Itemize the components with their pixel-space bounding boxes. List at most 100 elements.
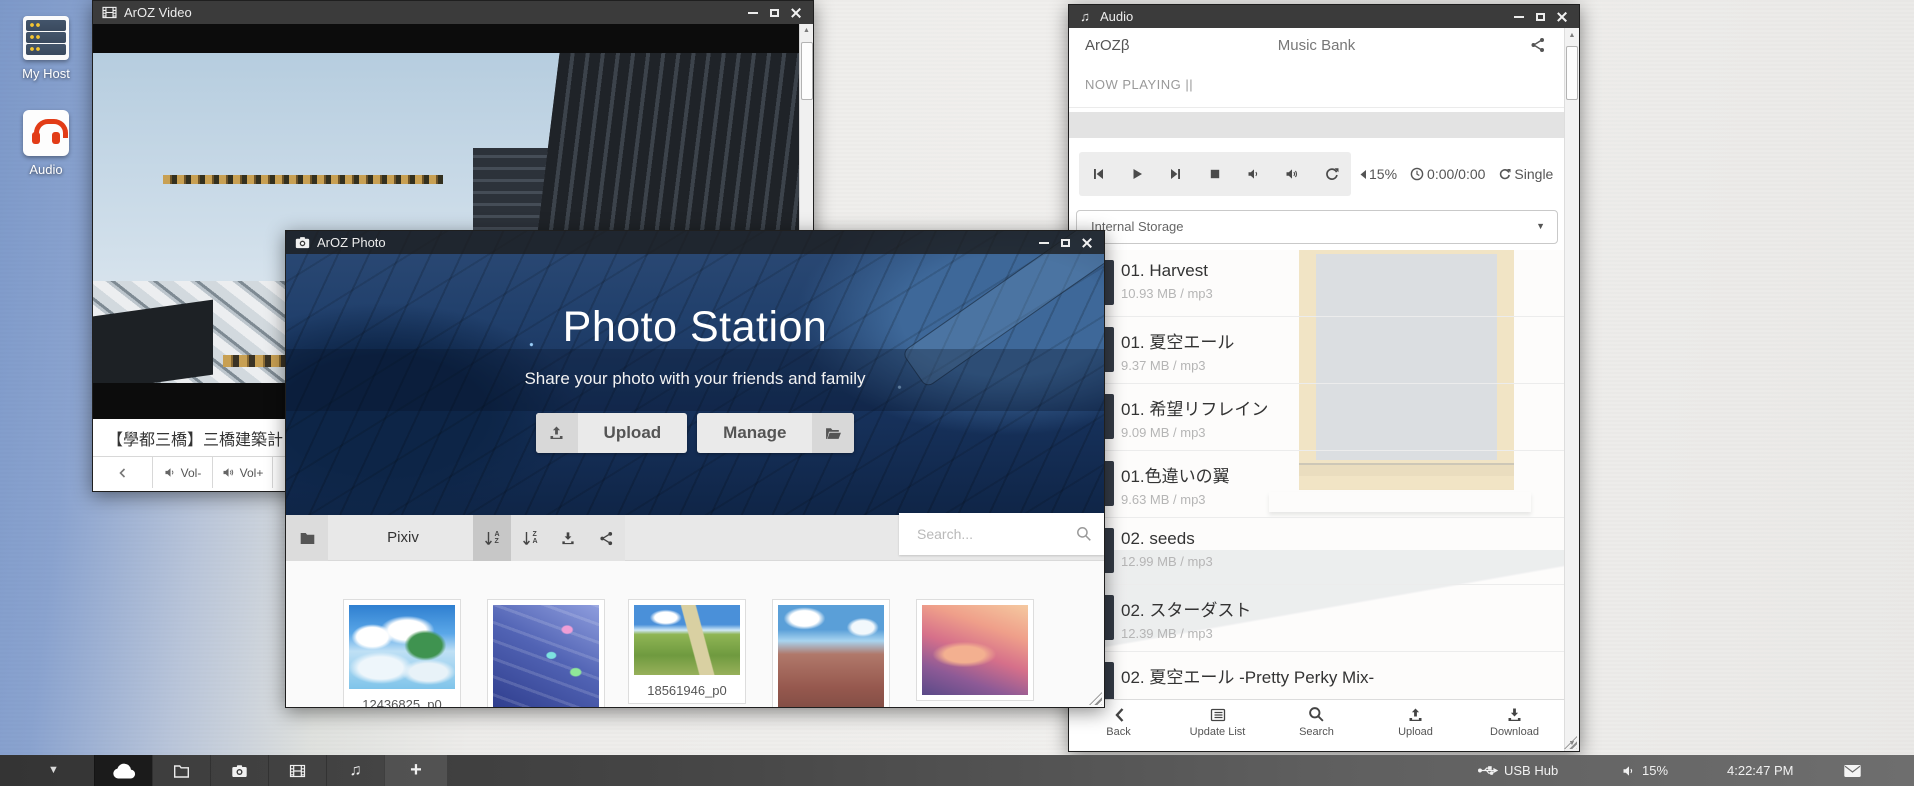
- track-row[interactable]: 02. seeds 12.99 MB / mp3: [1069, 518, 1564, 585]
- volume-up-icon[interactable]: [1273, 152, 1312, 196]
- storage-selector[interactable]: Internal Storage ▼: [1076, 210, 1558, 244]
- sort-az-button[interactable]: AZ: [473, 515, 511, 561]
- photo-window-titlebar[interactable]: ArOZ Photo: [286, 231, 1104, 254]
- photo-window: Photo Station Share your photo with your…: [285, 230, 1105, 708]
- audio-window-titlebar[interactable]: ♫ Audio: [1069, 5, 1579, 28]
- track-row[interactable]: 01. 希望リフレイン 9.09 MB / mp3: [1069, 384, 1564, 451]
- track-row[interactable]: 02. スターダスト 12.39 MB / mp3: [1069, 585, 1564, 652]
- track-list: 01. Harvest 10.93 MB / mp3 01. 夏空エール 9.3…: [1069, 250, 1564, 699]
- next-track-button[interactable]: [1157, 152, 1196, 196]
- folder-icon: [299, 531, 316, 545]
- previous-track-button[interactable]: [1079, 152, 1118, 196]
- photo-filename: 18561946_p0: [634, 683, 740, 698]
- repeat-button[interactable]: [1312, 152, 1351, 196]
- hero-title: Photo Station: [286, 303, 1104, 352]
- sort-za-button[interactable]: ZA: [511, 515, 549, 561]
- share-album-button[interactable]: [587, 515, 625, 561]
- now-playing-bar: NOW PLAYING ||: [1069, 64, 1564, 108]
- loop-mode-status[interactable]: Single: [1498, 166, 1553, 182]
- film-icon: [289, 764, 306, 778]
- tray-usb-indicator[interactable]: USB Hub: [1478, 755, 1558, 786]
- track-title: 01. 希望リフレイン: [1069, 384, 1564, 420]
- video-window-titlebar[interactable]: ArOZ Video: [93, 1, 813, 24]
- taskbar-add-button[interactable]: +: [384, 755, 448, 786]
- minimize-button[interactable]: [748, 12, 758, 14]
- section-title: Music Bank: [1069, 37, 1564, 54]
- photo-card[interactable]: [772, 599, 890, 708]
- maximize-button[interactable]: [770, 9, 779, 17]
- upload-button[interactable]: Upload: [536, 413, 688, 453]
- chevron-down-icon: ▼: [1536, 221, 1545, 231]
- taskbar-files-button[interactable]: [152, 755, 210, 786]
- stop-button[interactable]: [1196, 152, 1235, 196]
- window-title: ArOZ Photo: [317, 235, 386, 250]
- current-album-name: Pixiv: [328, 515, 478, 561]
- volume-down-icon[interactable]: [1234, 152, 1273, 196]
- audio-bottom-nav: Back Update List Search Upload Download: [1069, 699, 1564, 744]
- previous-button[interactable]: [93, 457, 153, 488]
- minimize-button[interactable]: [1039, 242, 1049, 244]
- progress-track[interactable]: [1069, 112, 1564, 138]
- headphones-icon: [23, 110, 69, 156]
- track-meta: 10.93 MB / mp3: [1069, 281, 1564, 301]
- video-media-title: 【學都三橋】三橋建築計: [107, 426, 283, 450]
- download-button[interactable]: Download: [1465, 700, 1564, 744]
- tray-volume-indicator[interactable]: 15%: [1622, 755, 1668, 786]
- scrollbar-thumb[interactable]: [1566, 46, 1578, 100]
- scroll-up-arrow[interactable]: ▲: [1565, 28, 1579, 43]
- photo-card[interactable]: 18561946_p0: [628, 599, 746, 704]
- track-title: 01. 夏空エール: [1069, 317, 1564, 353]
- tray-mail-indicator[interactable]: [1843, 755, 1862, 786]
- scrollbar-thumb[interactable]: [801, 42, 813, 100]
- plus-icon: +: [410, 759, 422, 782]
- maximize-button[interactable]: [1536, 13, 1545, 21]
- share-icon[interactable]: [1530, 37, 1546, 53]
- track-row[interactable]: 02. 夏空エール -Pretty Perky Mix-: [1069, 652, 1564, 699]
- window-resize-handle[interactable]: [1089, 692, 1102, 705]
- download-album-button[interactable]: [549, 515, 587, 561]
- desktop-icon-audio[interactable]: Audio: [10, 110, 82, 177]
- audio-window: ♫ Audio ArOZβ Music Bank NOW PLAYING ||: [1068, 4, 1580, 752]
- photo-thumbnail: [922, 605, 1028, 695]
- update-list-button[interactable]: Update List: [1168, 700, 1267, 744]
- search-input[interactable]: [899, 513, 1104, 555]
- tray-usb-label: USB Hub: [1504, 763, 1558, 778]
- play-button[interactable]: [1118, 152, 1157, 196]
- track-row[interactable]: 01. 夏空エール 9.37 MB / mp3: [1069, 317, 1564, 384]
- desktop-icon-my-host[interactable]: My Host: [10, 16, 82, 81]
- close-button[interactable]: [1082, 238, 1092, 248]
- taskbar-photo-button[interactable]: [210, 755, 268, 786]
- photo-card[interactable]: [487, 599, 605, 708]
- taskbar-expand-caret[interactable]: ▼: [48, 764, 59, 776]
- taskbar-video-button[interactable]: [268, 755, 326, 786]
- minimize-button[interactable]: [1514, 16, 1524, 18]
- search-button[interactable]: Search: [1267, 700, 1366, 744]
- player-status: 15% 0:00/0:00 Single: [1359, 152, 1553, 196]
- taskbar-audio-button[interactable]: ♫: [326, 755, 384, 786]
- window-title: Audio: [1100, 9, 1133, 24]
- volume-up-button[interactable]: Vol+: [213, 457, 273, 488]
- maximize-button[interactable]: [1061, 239, 1070, 247]
- track-row[interactable]: 01.色違いの翼 9.63 MB / mp3: [1069, 451, 1564, 518]
- volume-down-button[interactable]: Vol-: [153, 457, 213, 488]
- photo-card[interactable]: 12436825_p0: [343, 599, 461, 708]
- upload-button[interactable]: Upload: [1366, 700, 1465, 744]
- scroll-up-arrow[interactable]: ▲: [800, 24, 813, 38]
- track-title: 02. 夏空エール -Pretty Perky Mix-: [1069, 652, 1564, 688]
- close-button[interactable]: [791, 8, 801, 18]
- track-meta: 9.63 MB / mp3: [1069, 487, 1564, 507]
- close-button[interactable]: [1557, 12, 1567, 22]
- taskbar-cloud-button[interactable]: [94, 755, 152, 786]
- folder-button[interactable]: [286, 515, 328, 561]
- usb-icon: [1478, 765, 1498, 776]
- tray-clock[interactable]: 4:22:47 PM: [1727, 755, 1794, 786]
- audio-window-scrollbar[interactable]: ▲ ▼: [1564, 28, 1579, 751]
- sort-az-icon: AZ: [484, 531, 499, 546]
- list-icon: [1209, 707, 1227, 723]
- manage-button[interactable]: Manage: [697, 413, 854, 453]
- photo-card[interactable]: [916, 599, 1034, 701]
- speaker-icon: [1622, 765, 1636, 777]
- camera-icon: [231, 764, 248, 778]
- track-row[interactable]: 01. Harvest 10.93 MB / mp3: [1069, 250, 1564, 317]
- search-icon[interactable]: [1076, 526, 1092, 542]
